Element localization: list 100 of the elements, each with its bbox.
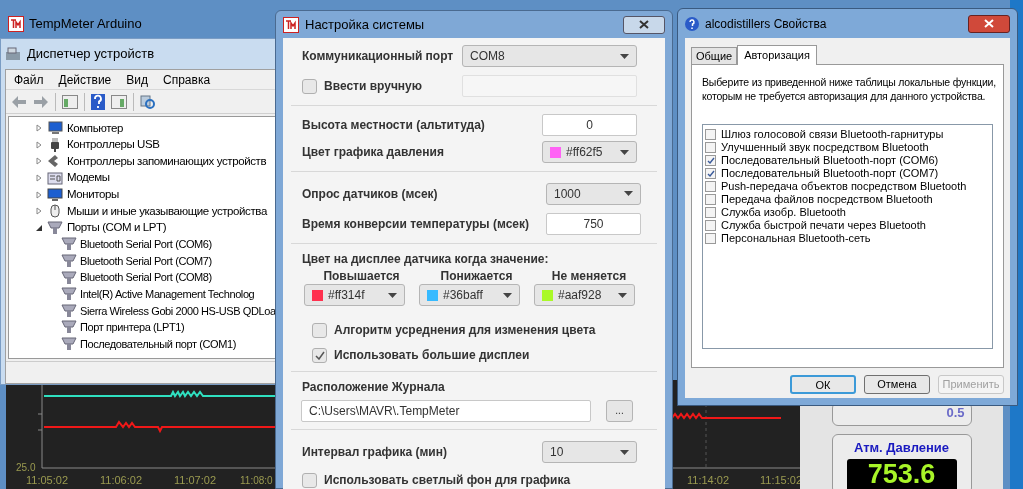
color-picker-dropdown[interactable]: #ff62f5 <box>542 141 637 163</box>
app-logo-icon <box>8 15 24 32</box>
dialog-button[interactable]: Отмена <box>864 375 930 394</box>
service-label: Push-передача объектов посредством Bluetooth <box>721 179 967 194</box>
checkbox[interactable] <box>705 168 716 179</box>
port-connector-icon <box>61 320 77 335</box>
checkbox[interactable] <box>705 129 716 140</box>
menu-item[interactable]: Справка <box>163 70 211 89</box>
tree-item[interactable]: Контроллеры запоминающих устройств <box>67 152 267 171</box>
checkbox[interactable] <box>705 142 716 153</box>
dropdown-caret-icon <box>620 149 629 155</box>
dialog-button[interactable]: ОК <box>790 375 856 394</box>
help-icon[interactable] <box>91 93 105 110</box>
time-label: 11:06:02 <box>100 473 142 488</box>
back-arrow-icon[interactable] <box>11 94 27 109</box>
service-label: Персональная Bluetooth-сеть <box>721 231 871 247</box>
altitude-field[interactable]: 0 <box>542 114 637 136</box>
reading-value: 0.5 <box>946 404 965 422</box>
checkbox[interactable] <box>705 233 716 244</box>
tree-item[interactable]: Bluetooth Serial Port (COM8) <box>80 269 212 286</box>
computer-icon <box>47 121 63 136</box>
checkbox[interactable] <box>705 194 716 205</box>
column-heading: Повышается <box>323 268 400 283</box>
time-label: 11:08:0 <box>240 474 273 488</box>
checkbox[interactable] <box>312 347 327 363</box>
time-label: 11:14:02 <box>687 473 729 488</box>
tree-item[interactable]: Порты (COM и LPT) <box>67 219 167 237</box>
expand-arrow-icon[interactable] <box>35 174 43 183</box>
port-connector-icon <box>61 270 77 285</box>
close-button[interactable] <box>968 14 1010 33</box>
polling-dropdown[interactable]: 1000 <box>546 182 641 205</box>
port-connector-icon <box>47 220 63 235</box>
window-title: alcodistillers Свойства <box>705 15 828 33</box>
tree-item[interactable]: Bluetooth Serial Port (COM6) <box>80 236 212 253</box>
expand-arrow-icon[interactable] <box>35 190 43 199</box>
service-label: Последовательный Bluetooth-порт (COM6) <box>721 153 939 169</box>
checkbox[interactable] <box>302 78 317 94</box>
expand-arrow-icon[interactable] <box>35 124 43 133</box>
help-icon <box>685 16 699 31</box>
forward-arrow-icon[interactable] <box>33 94 49 109</box>
tree-item[interactable]: Порт принтера (LPT1) <box>80 319 185 336</box>
expand-arrow-icon[interactable] <box>35 157 43 166</box>
dropdown-caret-icon <box>620 449 629 455</box>
field-label: Опрос датчиков (мсек) <box>302 185 438 203</box>
menu-item[interactable]: Файл <box>14 70 44 89</box>
field-label: Использовать светлый фон для графика <box>324 472 571 489</box>
window-title: Диспетчер устройств <box>27 45 155 64</box>
menu-item[interactable]: Действие <box>58 70 112 89</box>
tree-item[interactable]: Мыши и иные указывающие устройства <box>67 202 267 220</box>
conversion-time-field[interactable]: 750 <box>546 212 641 235</box>
expand-arrow-icon[interactable] <box>35 140 43 149</box>
color-picker-dropdown[interactable]: #ff314f <box>304 284 405 306</box>
time-label: 11:05:02 <box>26 473 68 488</box>
check-icon <box>314 350 325 360</box>
chart-interval-dropdown[interactable]: 10 <box>542 441 637 463</box>
expand-arrow-icon[interactable] <box>35 207 43 216</box>
tree-item[interactable]: Контроллеры USB <box>67 136 160 154</box>
field-label: Высота местности (альтитуда) <box>302 117 485 134</box>
tree-item[interactable]: Мониторы <box>67 186 119 204</box>
checkbox[interactable] <box>302 472 317 488</box>
port-connector-icon <box>61 303 77 318</box>
port-connector-icon <box>61 287 77 302</box>
monitor-icon <box>47 187 63 202</box>
field-label: Расположение Журнала <box>302 379 445 396</box>
service-label: Последовательный Bluetooth-порт (COM7) <box>721 166 939 181</box>
menu-item[interactable]: Вид <box>126 70 148 89</box>
tree-item[interactable]: Bluetooth Serial Port (COM7) <box>80 252 212 270</box>
checkbox[interactable] <box>705 207 716 218</box>
tree-item[interactable]: Модемы <box>67 169 110 187</box>
browse-button[interactable]: ... <box>606 399 633 422</box>
checkbox[interactable] <box>705 181 716 192</box>
tree-item[interactable]: Последовательный порт (COM1) <box>80 335 236 353</box>
color-picker-dropdown[interactable]: #36baff <box>419 284 520 306</box>
checkbox[interactable] <box>705 220 716 231</box>
service-label: Шлюз голосовой связи Bluetooth-гарнитуры <box>721 127 944 143</box>
field-label: Цвет графика давления <box>302 144 444 161</box>
close-icon <box>639 20 649 29</box>
dropdown-caret-icon <box>388 292 397 298</box>
checkbox[interactable] <box>312 322 327 338</box>
dropdown-caret-icon <box>620 53 629 59</box>
field-label: Цвет на дисплее датчика когда значение: <box>302 251 549 268</box>
collapse-arrow-icon[interactable] <box>35 223 43 232</box>
window-title: TempMeter Arduino <box>29 15 142 33</box>
close-button[interactable] <box>623 15 665 34</box>
tab[interactable]: Общие <box>691 47 738 64</box>
pressure-title: Атм. Давление <box>853 438 950 457</box>
field-label: Время конверсии температуры (мсек) <box>302 215 529 233</box>
log-path-field[interactable]: C:\Users\MAVR\.TempMeter <box>301 399 591 422</box>
checkbox[interactable] <box>705 155 716 166</box>
color-picker-dropdown[interactable]: #aaf928 <box>534 284 635 306</box>
column-heading: Понижается <box>440 268 513 283</box>
dropdown-caret-icon <box>503 292 512 298</box>
tab[interactable]: Авторизация <box>737 45 817 65</box>
tree-item[interactable]: Компьютер <box>67 119 123 137</box>
port-dropdown[interactable]: COM8 <box>462 45 637 67</box>
tree-item[interactable]: Sierra Wireless Gobi 2000 HS-USB QDLoa <box>80 302 276 320</box>
tree-item[interactable]: Intel(R) Active Management Technolog <box>80 286 255 303</box>
window-title: Настройка системы <box>305 15 426 34</box>
pressure-value: 753.6 <box>867 459 936 489</box>
column-heading: Не меняется <box>551 268 627 283</box>
